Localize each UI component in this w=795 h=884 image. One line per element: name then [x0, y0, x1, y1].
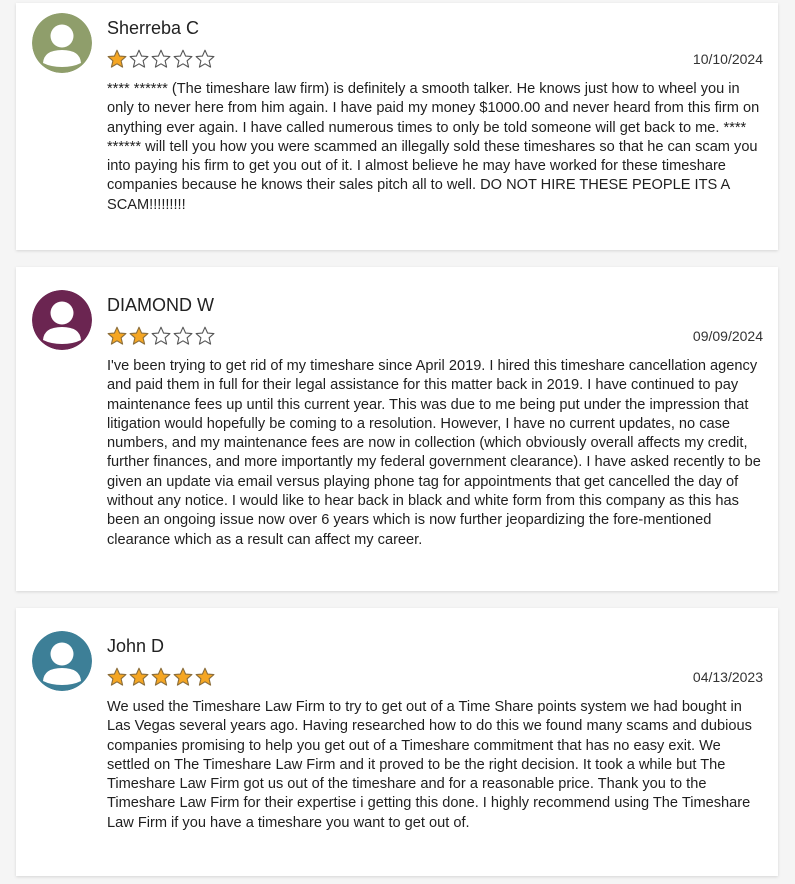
- review-text: We used the Timeshare Law Firm to try to…: [107, 699, 752, 831]
- star-filled-icon: [151, 667, 171, 687]
- star-empty-icon: [151, 326, 171, 346]
- star-empty-icon: [195, 326, 215, 346]
- reviewer-name: DIAMOND W: [107, 295, 214, 315]
- review-card: Sherreba C 10/10/2024 **** ****** (The t…: [16, 3, 778, 250]
- user-icon: [32, 13, 92, 73]
- user-icon: [32, 631, 92, 691]
- star-filled-icon: [107, 667, 127, 687]
- avatar: [32, 290, 92, 350]
- review-card: John D 04/13/2023 We used the Timeshare …: [16, 608, 778, 876]
- reviewer-name: John D: [107, 636, 165, 656]
- star-empty-icon: [195, 49, 215, 69]
- review-date: 09/09/2024: [692, 328, 763, 344]
- star-filled-icon: [129, 326, 149, 346]
- star-empty-icon: [151, 49, 171, 69]
- user-icon: [32, 290, 92, 350]
- star-empty-icon: [173, 49, 193, 69]
- reviewer-name: Sherreba C: [107, 18, 200, 38]
- star-filled-icon: [107, 326, 127, 346]
- star-rating: [107, 667, 215, 687]
- star-empty-icon: [173, 326, 193, 346]
- review-date: 10/10/2024: [692, 51, 763, 67]
- star-rating: [107, 326, 215, 346]
- star-rating: [107, 49, 215, 69]
- star-filled-icon: [173, 667, 193, 687]
- avatar: [32, 13, 92, 73]
- review-text: **** ****** (The timeshare law firm) is …: [107, 81, 760, 213]
- avatar: [32, 631, 92, 691]
- star-filled-icon: [129, 667, 149, 687]
- review-card: DIAMOND W 09/09/2024 I've been trying to…: [16, 267, 778, 591]
- star-filled-icon: [107, 49, 127, 69]
- review-date: 04/13/2023: [692, 669, 763, 685]
- review-text: I've been trying to get rid of my timesh…: [107, 358, 761, 548]
- star-empty-icon: [129, 49, 149, 69]
- star-filled-icon: [195, 667, 215, 687]
